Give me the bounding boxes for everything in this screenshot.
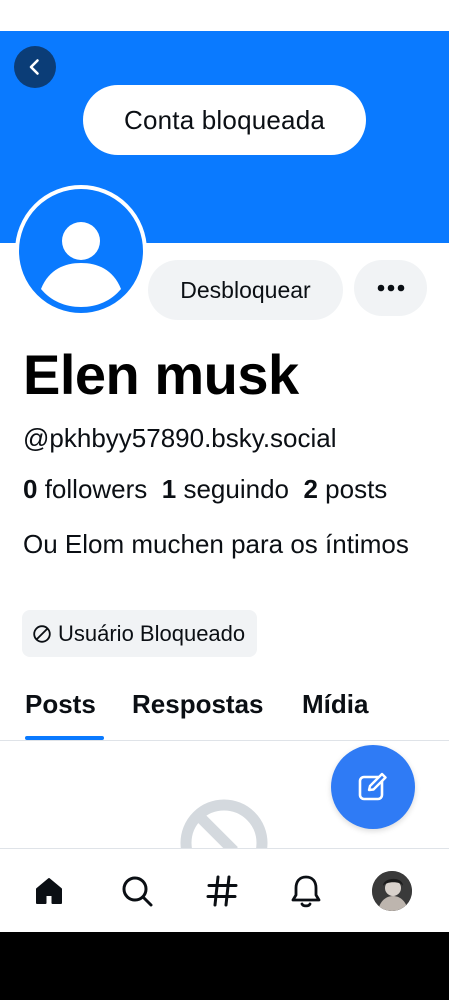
default-user-icon: [41, 222, 121, 307]
back-button[interactable]: [14, 46, 56, 88]
following-stat[interactable]: 1 seguindo: [162, 474, 289, 504]
home-icon: [36, 878, 62, 904]
blocked-user-badge: Usuário Bloqueado: [22, 610, 258, 657]
more-horizontal-icon: [377, 284, 404, 292]
profile-handle: @pkhbyy57890.bsky.social: [23, 423, 337, 453]
nav-home[interactable]: [19, 861, 79, 921]
profile-display-name: Elen musk: [23, 343, 299, 406]
tab-media[interactable]: Mídia: [302, 684, 368, 724]
nav-notifications[interactable]: [276, 861, 336, 921]
followers-stat[interactable]: 0 followers: [23, 474, 147, 504]
following-count: 1: [161, 474, 177, 504]
avatar: [372, 871, 412, 911]
block-icon: [33, 624, 51, 643]
tab-posts[interactable]: Posts: [25, 684, 96, 724]
followers-label: followers: [44, 474, 148, 504]
posts-stat: 2 posts: [303, 474, 387, 504]
nav-profile[interactable]: [362, 861, 422, 921]
compose-button[interactable]: [331, 745, 415, 829]
nav-feeds[interactable]: [192, 861, 252, 921]
profile-bio: Ou Elom muchen para os íntimos: [23, 529, 409, 559]
more-options-button[interactable]: [354, 260, 427, 316]
profile-stats: 0 followers 1 seguindo 2 posts: [23, 472, 387, 506]
hashtag-icon: [206, 875, 238, 907]
followers-count: 0: [23, 474, 38, 504]
block-icon: [180, 799, 268, 851]
bottom-navigation: [0, 848, 449, 932]
bell-icon: [291, 875, 321, 908]
compose-icon: [358, 772, 387, 801]
tabs-divider: [0, 740, 449, 741]
tab-replies[interactable]: Respostas: [132, 684, 264, 724]
chevron-left-icon: [29, 59, 39, 75]
nav-search[interactable]: [107, 861, 167, 921]
profile-avatar[interactable]: [15, 185, 147, 317]
unblock-button[interactable]: Desbloquear: [148, 260, 343, 320]
following-label: seguindo: [183, 474, 289, 504]
search-icon: [122, 876, 153, 907]
blocked-account-banner: Conta bloqueada: [83, 85, 366, 155]
blocked-user-badge-label: Usuário Bloqueado: [58, 620, 246, 646]
status-bar: [0, 0, 449, 31]
system-navigation-bar: [0, 932, 449, 1000]
posts-count: 2: [303, 474, 318, 504]
posts-label: posts: [325, 474, 388, 504]
